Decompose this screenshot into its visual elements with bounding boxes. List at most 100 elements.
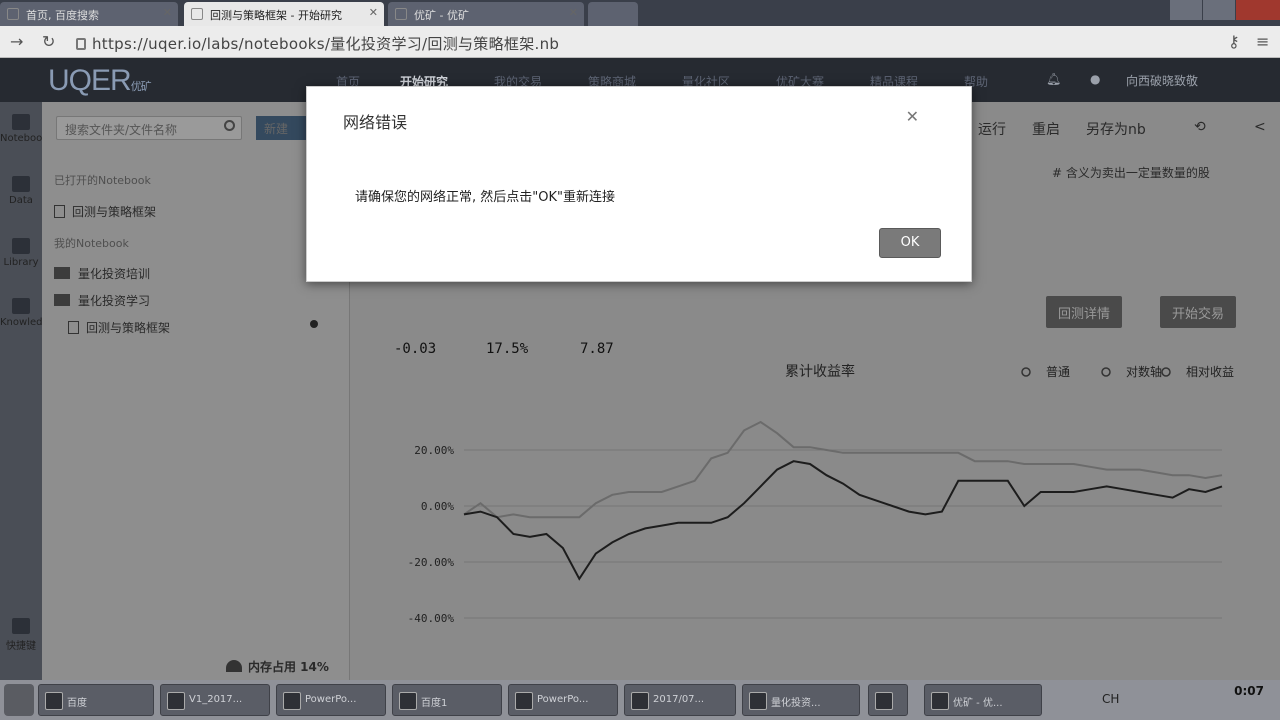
share-icon[interactable]: <: [1254, 119, 1266, 135]
close-tab-icon[interactable]: ✕: [163, 6, 172, 19]
y-tick-label: 20.00%: [414, 444, 454, 457]
legend-radio-icon[interactable]: [1161, 367, 1171, 377]
opened-section-title: 已打开的Notebook: [54, 174, 151, 187]
system-tray: CH 0:07: [1050, 680, 1280, 720]
file-label: 回测与策略框架: [72, 205, 157, 219]
tab-label: 回测与策略框架 - 开始研究: [210, 9, 342, 22]
search-placeholder: 搜索文件夹/文件名称: [65, 123, 178, 137]
taskbar-item[interactable]: 量化投资...: [742, 684, 860, 716]
folder-icon: [54, 294, 70, 306]
y-tick-label: -40.00%: [408, 612, 455, 622]
maximize-button[interactable]: [1203, 0, 1235, 20]
memory-usage: 内存占用 14%: [226, 658, 329, 675]
logo-text: UQER: [48, 64, 132, 97]
tab-label: 优矿 - 优矿: [414, 9, 469, 22]
window-controls: [1169, 0, 1280, 22]
folder-item[interactable]: 量化投资学习: [54, 292, 150, 309]
series-line: [463, 420, 1223, 519]
taskbar-item[interactable]: PowerPo...: [276, 684, 386, 716]
series-line: [463, 460, 1223, 581]
file-search-input[interactable]: 搜索文件夹/文件名称: [56, 116, 242, 140]
minimize-button[interactable]: [1170, 0, 1202, 20]
new-button[interactable]: 新建: [256, 116, 306, 140]
legend-option[interactable]: 普通: [1046, 365, 1070, 379]
y-tick-label: 0.00%: [421, 500, 454, 513]
backtest-detail-button[interactable]: 回测详情: [1046, 296, 1123, 328]
user-avatar-icon[interactable]: ●: [1090, 72, 1100, 86]
shortcut-nav[interactable]: 快捷键: [0, 618, 42, 652]
file-label: 回测与策略框架: [86, 321, 171, 335]
legend-radio-icon[interactable]: [1101, 367, 1111, 377]
input-language[interactable]: CH: [1102, 692, 1119, 706]
library-icon: [12, 238, 30, 254]
opened-file-item[interactable]: 回测与策略框架: [54, 203, 156, 220]
browser-tab-bar: 首页, 百度搜索 ✕ 回测与策略框架 - 开始研究 ✕ 优矿 - 优矿 ✕: [0, 0, 1280, 26]
folder-item[interactable]: 量化投资培训: [54, 265, 150, 282]
uqer-favicon-icon: [395, 8, 407, 20]
taskbar-item[interactable]: 百度: [38, 684, 154, 716]
clock[interactable]: 0:07: [1234, 684, 1264, 698]
user-name[interactable]: 向西破晓致敬: [1126, 72, 1198, 89]
notebook-nav[interactable]: Notebook: [0, 114, 48, 144]
uqer-logo[interactable]: UQER优矿: [48, 64, 152, 98]
taskbar-item[interactable]: 优矿 - 优...: [924, 684, 1042, 716]
close-tab-icon[interactable]: ✕: [569, 6, 578, 19]
leftbar-label: Data: [9, 195, 33, 206]
library-nav[interactable]: Library: [0, 238, 42, 268]
leftbar-label: 快捷键: [6, 641, 36, 652]
close-tab-icon[interactable]: ✕: [369, 6, 378, 19]
cumulative-return-chart: 累计收益率普通对数轴相对收益20.00%0.00%-20.00%-40.00%2…: [408, 363, 1234, 622]
url-field[interactable]: https://uqer.io/labs/notebooks/量化投资学习/回测…: [76, 33, 559, 54]
taskbar-item[interactable]: V1_2017...: [160, 684, 270, 716]
browser-tab-active[interactable]: 回测与策略框架 - 开始研究 ✕: [184, 2, 384, 26]
chart-title: 累计收益率: [785, 363, 855, 380]
data-nav[interactable]: Data: [0, 176, 42, 206]
taskbar: 百度 V1_2017... PowerPo... 百度1 PowerPo... 2017/…: [0, 680, 1280, 720]
memory-label: 内存占用 14%: [248, 660, 329, 674]
active-file-item[interactable]: 回测与策略框架: [68, 319, 170, 336]
search-icon[interactable]: [224, 120, 235, 131]
history-icon[interactable]: ⟲: [1194, 119, 1206, 135]
baidu-favicon-icon: [7, 8, 19, 20]
dialog-message: 请确保您的网络正常, 然后点击"OK"重新连接: [355, 190, 615, 205]
my-notebook-section-title: 我的Notebook: [54, 237, 129, 250]
browser-tab[interactable]: 优矿 - 优矿 ✕: [388, 2, 584, 26]
save-as-button[interactable]: 另存为nb: [1086, 119, 1146, 139]
legend-option[interactable]: 对数轴: [1126, 364, 1162, 379]
start-trading-button[interactable]: 开始交易: [1160, 296, 1237, 328]
restart-button[interactable]: 重启: [1032, 119, 1060, 139]
url-text: https://uqer.io/labs/notebooks/量化投资学习/回测…: [92, 35, 560, 53]
data-icon: [12, 176, 30, 192]
leftbar-label: Notebook: [0, 133, 49, 144]
tab-label: 首页, 百度搜索: [26, 9, 99, 22]
ok-button[interactable]: OK: [879, 228, 941, 258]
close-window-button[interactable]: [1236, 0, 1280, 20]
key-icon[interactable]: ⚷: [1228, 32, 1240, 51]
new-tab-button[interactable]: [588, 2, 638, 26]
taskbar-item[interactable]: 百度1: [392, 684, 502, 716]
knowledge-nav[interactable]: Knowledge: [0, 298, 55, 328]
network-error-dialog: 网络错误 ✕ 请确保您的网络正常, 然后点击"OK"重新连接 OK: [306, 86, 972, 282]
run-button[interactable]: 运行: [978, 119, 1006, 139]
dialog-title: 网络错误: [343, 113, 408, 132]
browser-tab[interactable]: 首页, 百度搜索 ✕: [0, 2, 178, 26]
bell-icon[interactable]: 🔔︎: [1046, 72, 1061, 86]
gauge-icon: [226, 660, 242, 672]
keyboard-icon: [12, 618, 30, 634]
uqer-favicon-icon: [191, 8, 203, 20]
taskbar-item[interactable]: 2017/07...: [624, 684, 736, 716]
menu-icon[interactable]: ≡: [1256, 32, 1269, 51]
close-icon[interactable]: ✕: [906, 107, 919, 126]
file-sidebar: 搜索文件夹/文件名称 新建 已打开的Notebook 回测与策略框架 我的Not…: [42, 102, 350, 680]
taskbar-item[interactable]: PowerPo...: [508, 684, 618, 716]
forward-arrow-icon[interactable]: →: [10, 32, 23, 51]
notebook-file-icon: [68, 321, 79, 334]
legend-radio-icon[interactable]: [1021, 367, 1031, 377]
folder-icon: [54, 267, 70, 279]
reload-icon[interactable]: ↻: [42, 32, 55, 51]
taskbar-item[interactable]: [868, 684, 908, 716]
logo-sub: 优矿: [130, 81, 152, 93]
legend-option[interactable]: 相对收益: [1186, 365, 1234, 379]
start-button[interactable]: [4, 684, 34, 716]
running-indicator: [310, 320, 318, 328]
